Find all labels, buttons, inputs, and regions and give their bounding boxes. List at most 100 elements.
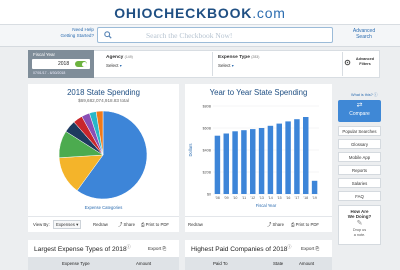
sidebar-button-glossary[interactable]: Glossary bbox=[338, 139, 381, 149]
bar-08[interactable] bbox=[214, 135, 221, 194]
y-tick-label: $80B bbox=[203, 104, 212, 108]
pie-chart[interactable] bbox=[28, 105, 179, 205]
pie-chart-title: 2018 State Spending bbox=[67, 88, 140, 97]
agency-filter-label: Agency bbox=[106, 55, 124, 60]
column-header-amount[interactable]: Amount bbox=[136, 261, 151, 266]
filter-divider bbox=[212, 52, 213, 76]
column-header-paid-to[interactable]: Paid To bbox=[213, 261, 228, 266]
pie-chart-total: $69,682,074,918.83 total bbox=[78, 98, 129, 103]
view-by-value: Expenses bbox=[56, 221, 75, 227]
column-header-state[interactable]: State bbox=[273, 261, 283, 266]
expense-types-table: Largest Expense Types of 2018ⓘ Export ⎘ … bbox=[28, 240, 179, 270]
y-tick-label: $60B bbox=[203, 126, 212, 130]
advanced-search-link[interactable]: Advanced Search bbox=[344, 28, 384, 40]
feedback-action-line2: a note. bbox=[353, 232, 366, 237]
gear-icon bbox=[344, 59, 351, 66]
bar-14[interactable] bbox=[267, 125, 274, 194]
x-tick-label: '17 bbox=[295, 196, 300, 200]
compare-label: Compare bbox=[349, 111, 370, 117]
feedback-title: How Are We Doing? bbox=[339, 209, 380, 219]
y-tick-label: $40B bbox=[203, 148, 212, 152]
sidebar-button-mobile-app[interactable]: Mobile App bbox=[338, 152, 381, 162]
info-icon: ⓘ bbox=[126, 244, 131, 249]
x-tick-label: '16 bbox=[286, 196, 291, 200]
chevron-down-icon: ▾ bbox=[76, 221, 79, 227]
logo-domain-text: .com bbox=[252, 5, 286, 21]
pie-chart-subtitle: Expense Categories bbox=[84, 205, 123, 210]
bar-10[interactable] bbox=[232, 131, 238, 194]
bar-17[interactable] bbox=[294, 119, 300, 194]
bar-redraw-button[interactable]: Redraw bbox=[188, 222, 203, 227]
y-tick-label: $0 bbox=[207, 192, 211, 196]
sidebar-button-faq[interactable]: FAQ bbox=[338, 191, 381, 201]
print-icon: ⎙ bbox=[291, 222, 295, 227]
site-logo[interactable]: OHIOCHECKBOOK.com bbox=[0, 5, 400, 21]
fiscal-year-value: 2018 bbox=[58, 60, 70, 67]
advanced-filters-link[interactable]: Advanced Filters bbox=[352, 57, 378, 66]
paid-companies-table: Highest Paid Companies of 2018ⓘ Export ⎘… bbox=[185, 240, 332, 270]
bar-share-button[interactable]: ⤴ Share bbox=[267, 222, 284, 228]
feedback-box[interactable]: How Are We Doing? ✎ Drop us a note. bbox=[338, 205, 381, 245]
view-by-select[interactable]: Expenses ▾ bbox=[53, 220, 82, 229]
agency-filter-count: (149) bbox=[124, 55, 133, 59]
fiscal-year-toggle[interactable] bbox=[75, 61, 87, 67]
fiscal-year-filter[interactable]: Fiscal Year 2018 07/01/17 - 6/30/2018 bbox=[28, 50, 94, 78]
bar-15[interactable] bbox=[276, 123, 282, 194]
bar-11[interactable] bbox=[241, 130, 247, 194]
bar-share-label: Share bbox=[272, 222, 284, 227]
logo-main-text: OHIOCHECKBOOK bbox=[114, 5, 253, 21]
feedback-action: Drop us a note. bbox=[339, 228, 380, 237]
bar-19[interactable] bbox=[311, 180, 318, 194]
pie-print-button[interactable]: ⎙ Print to PDF bbox=[141, 222, 169, 227]
x-tick-label: '10 bbox=[233, 196, 238, 200]
x-tick-label: '14 bbox=[268, 196, 273, 200]
sidebar-button-salaries[interactable]: Salaries bbox=[338, 178, 381, 188]
search-input[interactable]: Search the Checkbook Now! bbox=[97, 27, 333, 43]
bar-print-button[interactable]: ⎙ Print to PDF bbox=[291, 222, 319, 227]
help-link[interactable]: Need Help Getting Started? bbox=[40, 27, 94, 39]
sidebar-button-reports[interactable]: Reports bbox=[338, 165, 381, 175]
bar-chart[interactable]: $0 $20B $40B $60B $80B '08 '09 '10 '11 '12 '13 '14 '… bbox=[185, 98, 332, 216]
expense-types-export-button[interactable]: Export ⎘ bbox=[148, 246, 166, 251]
expense-types-title: Largest Expense Types of 2018ⓘ bbox=[34, 244, 131, 253]
x-tick-label: '18 bbox=[303, 196, 308, 200]
pie-share-button[interactable]: ⤴ Share bbox=[118, 222, 135, 228]
paid-companies-export-button[interactable]: Export ⎘ bbox=[301, 246, 319, 251]
bar-13[interactable] bbox=[258, 128, 265, 194]
x-tick-label: '12 bbox=[250, 196, 255, 200]
expense-type-label: Expense Type bbox=[218, 55, 250, 60]
expense-types-header: Expense Type Amount bbox=[28, 257, 179, 270]
expense-type-filter[interactable]: Expense Type (283) Select ▾ bbox=[218, 55, 259, 68]
sidebar-button-popular-searches[interactable]: Popular Searches bbox=[338, 126, 381, 136]
expense-type-select[interactable]: Select bbox=[218, 63, 231, 68]
pie-share-label: Share bbox=[123, 222, 135, 227]
paid-companies-title-text: Highest Paid Companies of 2018 bbox=[191, 246, 288, 254]
expense-types-title-text: Largest Expense Types of 2018 bbox=[34, 246, 127, 254]
share-icon: ⤴ bbox=[267, 222, 272, 227]
agency-filter-select[interactable]: Select bbox=[106, 63, 119, 68]
info-icon: ⓘ bbox=[287, 244, 292, 249]
whats-this-link[interactable]: What is this? ⓘ bbox=[351, 93, 378, 98]
column-header-amount[interactable]: Amount bbox=[299, 261, 314, 266]
bar-12[interactable] bbox=[250, 129, 256, 194]
view-by-label: View By: bbox=[33, 222, 50, 227]
x-tick-label: '15 bbox=[277, 196, 282, 200]
bar-18[interactable] bbox=[303, 117, 309, 194]
export-icon: ⎘ bbox=[162, 246, 167, 251]
compare-button[interactable]: ⇄ Compare bbox=[338, 100, 381, 122]
bar-16[interactable] bbox=[285, 121, 291, 194]
x-tick-label: '09 bbox=[224, 196, 229, 200]
agency-filter[interactable]: Agency (149) Select ▾ bbox=[106, 55, 133, 68]
x-axis-label: Fiscal Year bbox=[256, 203, 277, 208]
fiscal-year-label: Fiscal Year bbox=[33, 52, 56, 57]
expense-types-export-label: Export bbox=[148, 246, 162, 251]
paid-companies-export-label: Export bbox=[301, 246, 315, 251]
column-header-expense-type[interactable]: Expense Type bbox=[62, 261, 90, 266]
pie-redraw-button[interactable]: Redraw bbox=[93, 222, 108, 227]
fiscal-year-select[interactable]: 2018 bbox=[32, 59, 90, 69]
x-tick-label: '11 bbox=[242, 196, 246, 200]
x-tick-label: '19 bbox=[312, 196, 317, 200]
filter-divider bbox=[342, 52, 343, 76]
compare-icon: ⇄ bbox=[356, 102, 363, 109]
bar-09[interactable] bbox=[223, 133, 229, 195]
